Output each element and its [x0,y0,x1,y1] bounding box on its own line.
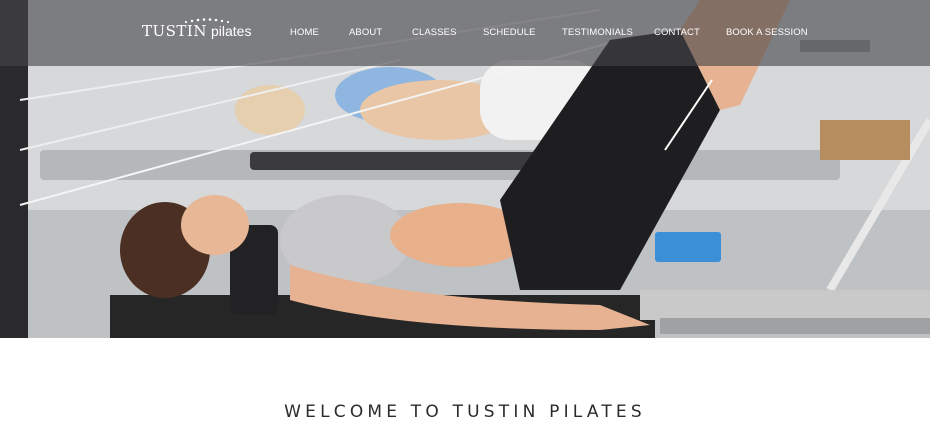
welcome-title: WELCOME TO TUSTIN PILATES [284,402,646,422]
welcome-section: WELCOME TO TUSTIN PILATES [0,338,930,440]
nav-item-classes[interactable]: CLASSES [412,27,457,38]
page: TUSTIN pilates HOME ABOUT CLASSES SCHEDU… [0,0,930,440]
nav-item-testimonials[interactable]: TESTIMONIALS [562,27,633,38]
logo-dots-icon [184,18,230,24]
main-nav: HOME ABOUT CLASSES SCHEDULE TESTIMONIALS… [0,27,930,41]
nav-item-schedule[interactable]: SCHEDULE [483,27,536,38]
nav-item-home[interactable]: HOME [290,27,319,38]
nav-item-contact[interactable]: CONTACT [654,27,700,38]
nav-item-about[interactable]: ABOUT [349,27,382,38]
nav-item-book-a-session[interactable]: BOOK A SESSION [726,27,808,38]
site-header: TUSTIN pilates HOME ABOUT CLASSES SCHEDU… [0,0,930,66]
